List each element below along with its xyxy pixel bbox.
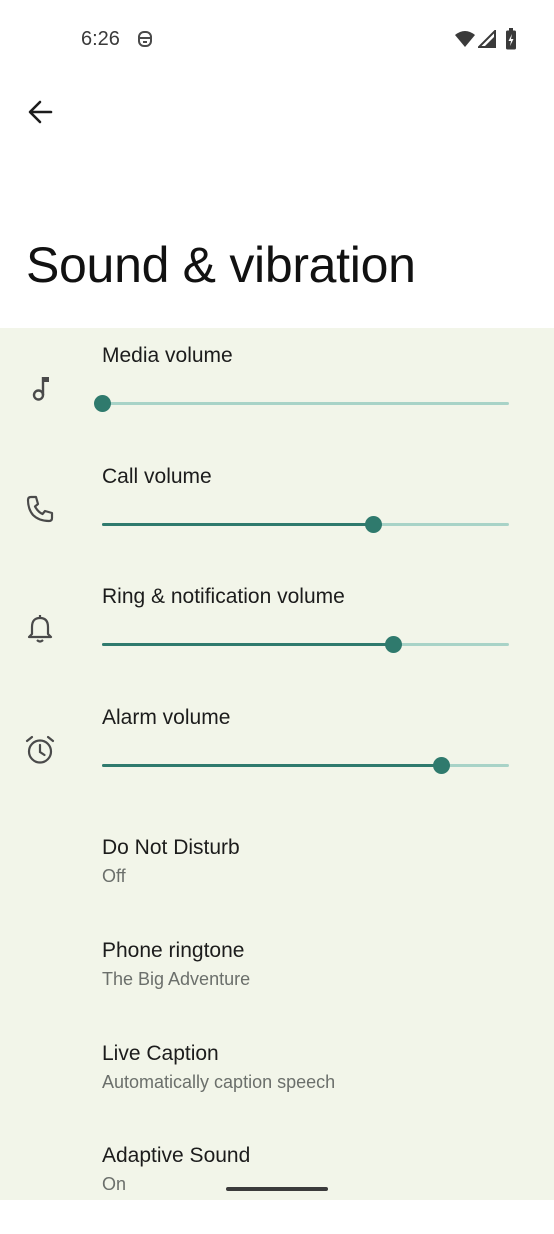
ring-notification-volume-slider[interactable]	[102, 636, 509, 653]
pref-title: Adaptive Sound	[102, 1144, 251, 1167]
slider-thumb[interactable]	[94, 395, 111, 412]
media-volume-slider[interactable]	[94, 395, 509, 412]
pref-title: Do Not Disturb	[102, 836, 240, 859]
pref-title: Live Caption	[102, 1042, 219, 1065]
wifi-icon	[454, 30, 476, 53]
alarm-volume-row: Alarm volume	[0, 690, 554, 810]
slider-thumb[interactable]	[384, 636, 402, 653]
notification-icon	[135, 29, 155, 54]
call-volume-row: Call volume	[0, 449, 554, 569]
phone-icon	[22, 491, 58, 527]
ring-notification-volume-row: Ring & notification volume	[0, 569, 554, 689]
slider-label: Media volume	[102, 344, 233, 367]
settings-list: Media volume Call volume Ring & notifica	[0, 328, 554, 1200]
slider-label: Alarm volume	[102, 706, 231, 729]
slider-thumb[interactable]	[365, 516, 383, 533]
pref-summary: The Big Adventure	[102, 969, 251, 989]
music-note-icon	[22, 370, 58, 406]
battery-icon	[505, 28, 517, 55]
pref-summary: Automatically caption speech	[102, 1072, 336, 1092]
alarm-volume-slider[interactable]	[102, 757, 509, 774]
arrow-back-icon	[27, 99, 53, 130]
page-title: Sound & vibration	[26, 237, 416, 293]
slider-thumb[interactable]	[433, 757, 451, 774]
navigation-handle[interactable]	[226, 1187, 328, 1191]
pref-summary: Off	[102, 866, 126, 886]
slider-fill	[102, 523, 374, 526]
pref-summary: On	[102, 1174, 127, 1194]
do-not-disturb-item[interactable]: Do Not Disturb Off	[0, 836, 554, 926]
pref-title: Phone ringtone	[102, 939, 245, 962]
call-volume-slider[interactable]	[102, 516, 509, 533]
phone-ringtone-item[interactable]: Phone ringtone The Big Adventure	[0, 939, 554, 1029]
cell-signal-icon	[476, 28, 496, 53]
slider-fill	[102, 764, 442, 767]
slider-label: Call volume	[102, 465, 212, 488]
slider-fill	[102, 643, 393, 646]
slider-label: Ring & notification volume	[102, 585, 345, 608]
status-bar: 6:26	[0, 0, 554, 80]
status-time: 6:26	[81, 28, 120, 50]
alarm-clock-icon	[22, 732, 58, 768]
live-caption-item[interactable]: Live Caption Automatically caption speec…	[0, 1042, 554, 1132]
media-volume-row: Media volume	[0, 328, 554, 448]
bell-icon	[22, 611, 58, 647]
back-button[interactable]	[18, 94, 62, 134]
